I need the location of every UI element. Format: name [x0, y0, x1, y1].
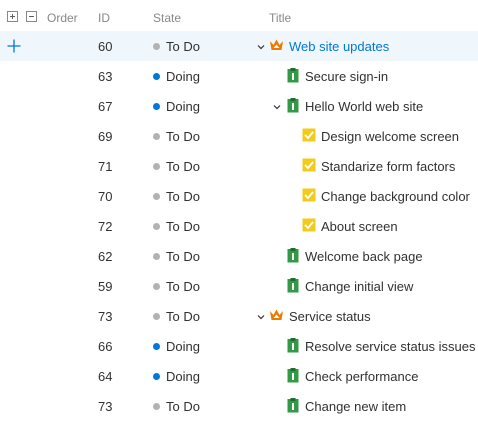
table-row[interactable]: 73 To Do Service status [0, 301, 478, 331]
state-label: Doing [166, 339, 200, 354]
column-header-state[interactable]: State [153, 11, 181, 25]
state-dot-icon [153, 343, 160, 350]
work-item-id: 67 [98, 99, 113, 114]
chevron-down-icon[interactable] [272, 100, 282, 110]
epic-crown-icon [269, 38, 284, 55]
work-item-title[interactable]: Check performance [305, 369, 418, 384]
work-item-id: 64 [98, 369, 113, 384]
column-header-id[interactable]: ID [98, 11, 110, 25]
state-dot-icon [153, 163, 160, 170]
backlog-item-icon [287, 338, 299, 356]
task-check-icon [302, 188, 316, 205]
work-item-id: 69 [98, 129, 113, 144]
column-header-order[interactable]: Order [47, 11, 78, 25]
backlog-list: 60 To Do Web site updates 63 Doing Secure sig… [0, 31, 478, 421]
state-label: Doing [166, 99, 200, 114]
work-item-id: 73 [98, 399, 113, 414]
state-dot-icon [153, 103, 160, 110]
state-label: Doing [166, 69, 200, 84]
state-dot-icon [153, 43, 160, 50]
work-item-id: 71 [98, 159, 113, 174]
work-item-id: 59 [98, 279, 113, 294]
backlog-item-icon [287, 68, 299, 86]
table-row[interactable]: 72 To Do About screen [0, 211, 478, 241]
work-item-title[interactable]: Web site updates [289, 39, 389, 54]
work-item-title[interactable]: Resolve service status issues [305, 339, 476, 354]
state-label: To Do [166, 249, 200, 264]
expand-all-icon[interactable] [7, 11, 18, 22]
backlog-item-icon [287, 278, 299, 296]
state-dot-icon [153, 373, 160, 380]
state-label: To Do [166, 219, 200, 234]
table-row[interactable]: 64 Doing Check performance [0, 361, 478, 391]
epic-crown-icon [269, 308, 284, 325]
state-dot-icon [153, 403, 160, 410]
state-label: To Do [166, 159, 200, 174]
work-item-id: 62 [98, 249, 113, 264]
state-label: To Do [166, 189, 200, 204]
work-item-id: 73 [98, 309, 113, 324]
state-dot-icon [153, 253, 160, 260]
work-item-id: 63 [98, 69, 113, 84]
backlog-item-icon [287, 248, 299, 266]
task-check-icon [302, 218, 316, 235]
table-row[interactable]: 73 To Do Change new item [0, 391, 478, 421]
work-item-title[interactable]: Service status [289, 309, 371, 324]
work-item-title[interactable]: Change new item [305, 399, 406, 414]
state-dot-icon [153, 313, 160, 320]
backlog-item-icon [287, 98, 299, 116]
table-row[interactable]: 59 To Do Change initial view [0, 271, 478, 301]
collapse-all-icon[interactable] [26, 11, 37, 22]
work-item-title[interactable]: Hello World web site [305, 99, 423, 114]
table-row[interactable]: 62 To Do Welcome back page [0, 241, 478, 271]
work-item-id: 60 [98, 39, 113, 54]
work-item-title[interactable]: Design welcome screen [321, 129, 459, 144]
state-label: To Do [166, 309, 200, 324]
column-header-title[interactable]: Title [269, 11, 291, 25]
work-item-title[interactable]: About screen [321, 219, 398, 234]
state-label: To Do [166, 399, 200, 414]
chevron-down-icon[interactable] [256, 310, 266, 320]
grid-header: Order ID State Title [0, 0, 478, 34]
table-row[interactable]: 70 To Do Change background color [0, 181, 478, 211]
work-item-title[interactable]: Standarize form factors [321, 159, 455, 174]
state-dot-icon [153, 223, 160, 230]
task-check-icon [302, 158, 316, 175]
state-dot-icon [153, 133, 160, 140]
work-item-title[interactable]: Change initial view [305, 279, 413, 294]
table-row[interactable]: 66 Doing Resolve service status issues [0, 331, 478, 361]
table-row[interactable]: 69 To Do Design welcome screen [0, 121, 478, 151]
state-label: To Do [166, 279, 200, 294]
table-row[interactable]: 63 Doing Secure sign-in [0, 61, 478, 91]
work-item-title[interactable]: Change background color [321, 189, 470, 204]
task-check-icon [302, 128, 316, 145]
state-label: To Do [166, 39, 200, 54]
work-item-id: 70 [98, 189, 113, 204]
backlog-item-icon [287, 398, 299, 416]
chevron-down-icon[interactable] [256, 40, 266, 50]
backlog-item-icon [287, 368, 299, 386]
work-item-id: 66 [98, 339, 113, 354]
state-dot-icon [153, 73, 160, 80]
table-row[interactable]: 71 To Do Standarize form factors [0, 151, 478, 181]
work-item-title[interactable]: Secure sign-in [305, 69, 388, 84]
work-item-title[interactable]: Welcome back page [305, 249, 423, 264]
state-dot-icon [153, 193, 160, 200]
state-dot-icon [153, 283, 160, 290]
table-row[interactable]: 67 Doing Hello World web site [0, 91, 478, 121]
state-label: Doing [166, 369, 200, 384]
table-row[interactable]: 60 To Do Web site updates [0, 31, 478, 61]
work-item-id: 72 [98, 219, 113, 234]
add-child-icon[interactable] [7, 39, 21, 53]
state-label: To Do [166, 129, 200, 144]
